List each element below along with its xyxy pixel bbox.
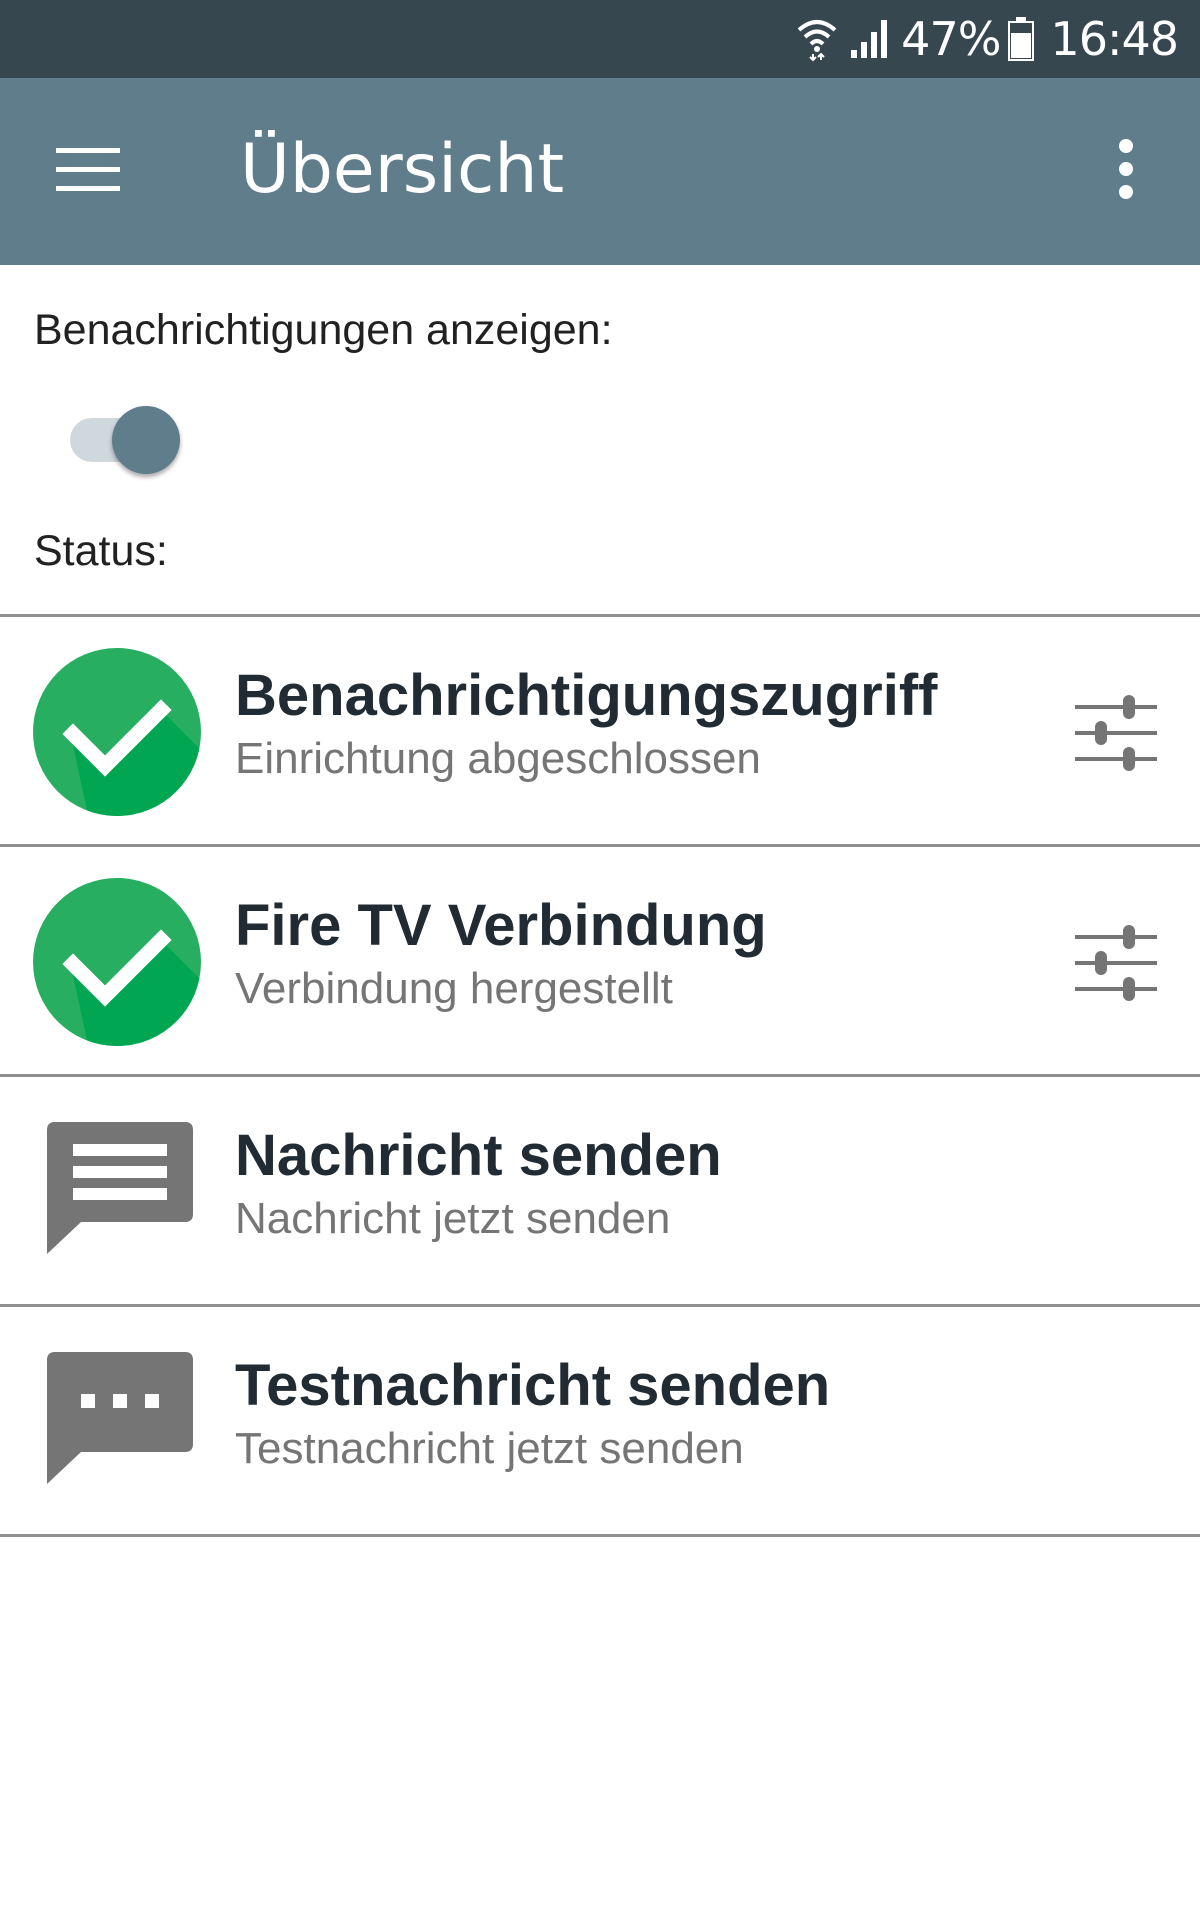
item-title: Fire TV Verbindung bbox=[235, 893, 767, 958]
signal-icon bbox=[849, 18, 891, 60]
more-vert-icon[interactable] bbox=[1106, 134, 1146, 214]
list-item-notification-access[interactable]: Benachrichtigungszugriff Einrichtung abg… bbox=[0, 617, 1200, 844]
status-list: Benachrichtigungszugriff Einrichtung abg… bbox=[0, 614, 1200, 1537]
status-label: Status: bbox=[34, 527, 168, 575]
item-subtitle: Nachricht jetzt senden bbox=[235, 1194, 671, 1243]
item-subtitle: Verbindung hergestellt bbox=[235, 964, 673, 1013]
message-icon bbox=[33, 1108, 201, 1276]
list-item-send-message[interactable]: Nachricht senden Nachricht jetzt senden bbox=[0, 1077, 1200, 1304]
wifi-icon bbox=[797, 16, 837, 62]
chat-bubble-dots-icon bbox=[33, 1338, 201, 1506]
item-title: Benachrichtigungszugriff bbox=[235, 663, 938, 728]
status-bar: 47% 16:48 bbox=[0, 0, 1200, 78]
check-circle-icon bbox=[33, 648, 201, 816]
menu-icon[interactable] bbox=[56, 148, 126, 194]
item-title: Nachricht senden bbox=[235, 1123, 722, 1188]
check-circle-icon bbox=[33, 878, 201, 1046]
divider bbox=[0, 1534, 1200, 1537]
battery-percent: 47% bbox=[901, 12, 1001, 66]
page-title: Übersicht bbox=[240, 130, 565, 209]
show-notifications-toggle[interactable] bbox=[70, 406, 182, 474]
item-subtitle: Testnachricht jetzt senden bbox=[235, 1424, 744, 1473]
list-item-fire-tv-connection[interactable]: Fire TV Verbindung Verbindung hergestell… bbox=[0, 847, 1200, 1074]
item-subtitle: Einrichtung abgeschlossen bbox=[235, 734, 761, 783]
battery-icon bbox=[1008, 17, 1035, 61]
show-notifications-label: Benachrichtigungen anzeigen: bbox=[34, 306, 613, 354]
tune-settings-icon[interactable] bbox=[1073, 923, 1159, 1003]
tune-settings-icon[interactable] bbox=[1073, 693, 1159, 773]
item-title: Testnachricht senden bbox=[235, 1353, 831, 1418]
toggle-thumb bbox=[112, 406, 180, 474]
app-bar: Übersicht bbox=[0, 78, 1200, 265]
clock: 16:48 bbox=[1050, 12, 1179, 66]
list-item-send-test-message[interactable]: Testnachricht senden Testnachricht jetzt… bbox=[0, 1307, 1200, 1534]
